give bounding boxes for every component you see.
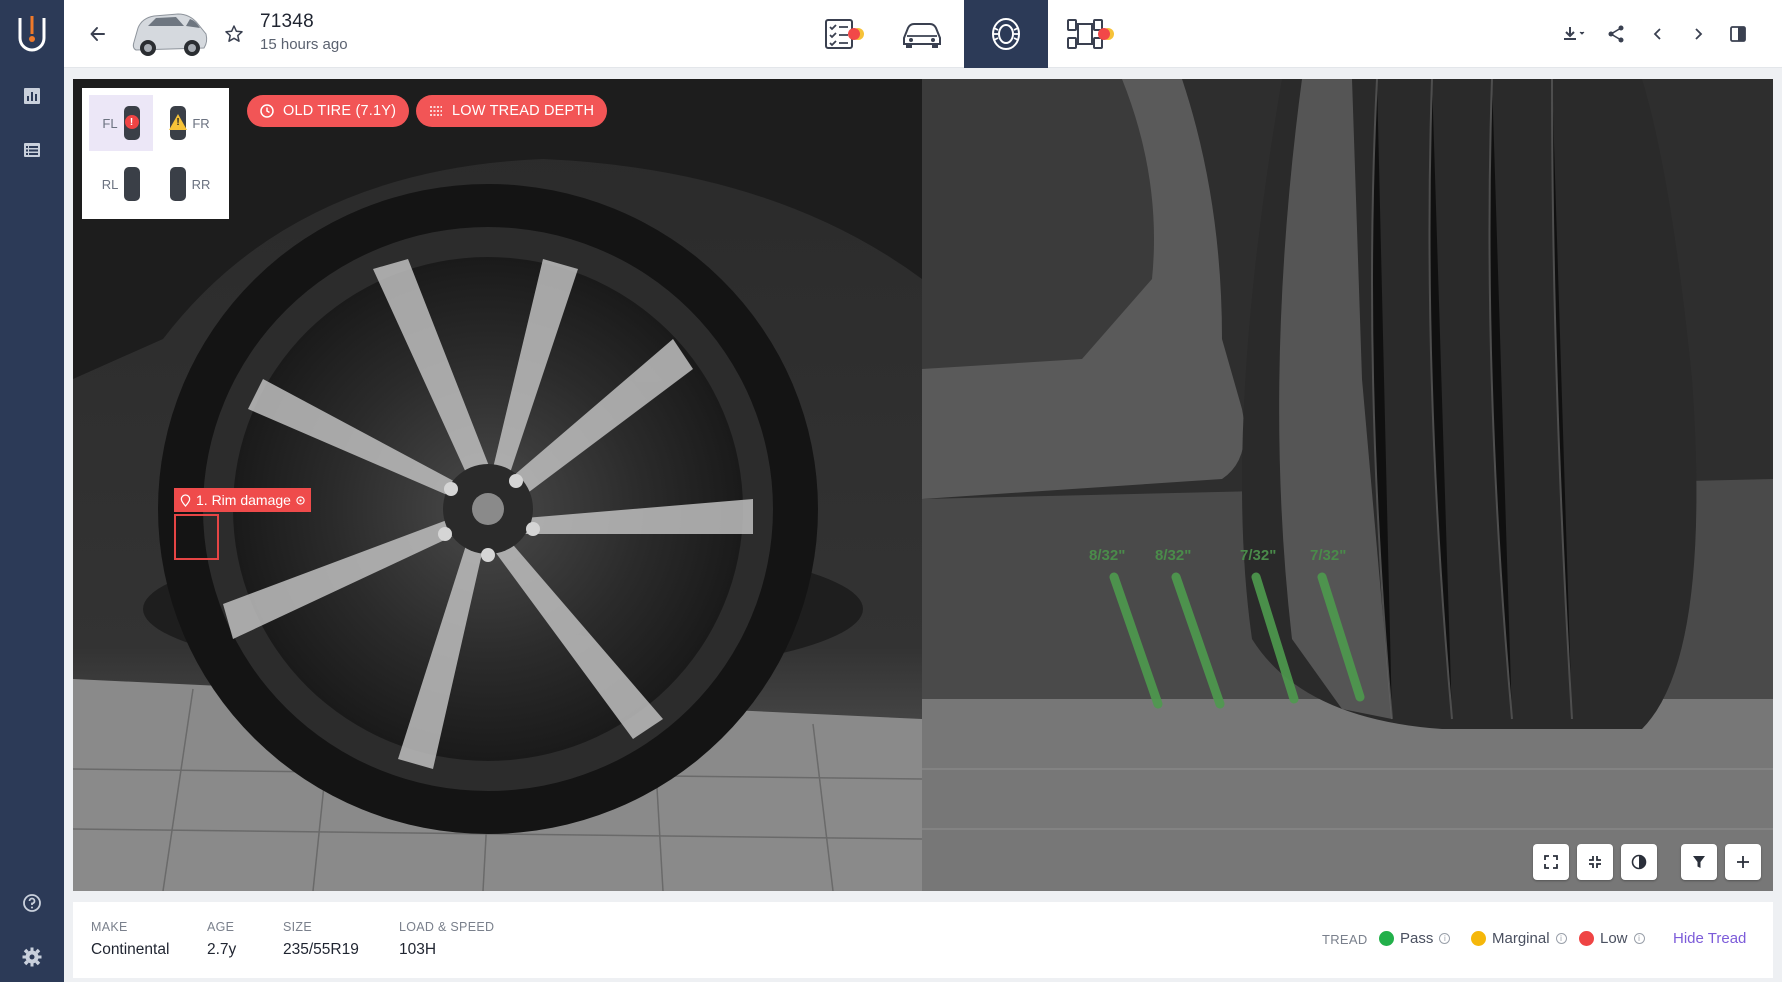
- make-value: Continental: [91, 941, 170, 958]
- load-speed-value: 103H: [399, 941, 437, 958]
- pin-icon: [180, 493, 191, 507]
- tire-icon: [992, 18, 1020, 50]
- tread-reading-1: 8/32": [1089, 547, 1126, 564]
- tire-rl-button[interactable]: RL: [89, 156, 153, 212]
- tire-fr-label: FR: [192, 115, 210, 131]
- tab-checklist[interactable]: [804, 0, 888, 68]
- clock-icon: [260, 104, 274, 118]
- vehicle-thumbnail: [128, 4, 210, 62]
- download-button[interactable]: [1554, 18, 1594, 50]
- page-subtitle: 15 hours ago: [260, 36, 348, 53]
- tire-icon: [169, 167, 186, 201]
- tab-tires[interactable]: [964, 0, 1048, 68]
- make-label: MAKE: [91, 920, 128, 934]
- size-value: 235/55R19: [283, 941, 359, 958]
- rim-damage-label: 1. Rim damage: [196, 492, 291, 508]
- info-icon[interactable]: i: [1555, 933, 1567, 944]
- tire-rr-button[interactable]: RR: [158, 156, 222, 212]
- tire-rr-label: RR: [191, 176, 211, 192]
- legend-low-label: Low: [1600, 930, 1628, 947]
- low-tread-alert[interactable]: LOW TREAD DEPTH: [416, 95, 608, 127]
- age-label: AGE: [207, 920, 235, 934]
- tire-icon: !: [169, 106, 188, 140]
- error-badge-icon: !: [124, 115, 139, 129]
- legend-low: Low i: [1579, 930, 1645, 947]
- contrast-icon[interactable]: [1621, 844, 1657, 880]
- pass-dot-icon: [1379, 931, 1394, 946]
- share-icon[interactable]: [1600, 18, 1632, 50]
- low-dot-icon: [1579, 931, 1594, 946]
- favorite-star-icon[interactable]: [220, 20, 248, 48]
- tire-position-selector: FL ! ! FR RL RR: [82, 88, 229, 219]
- spec-size: SIZE 235/55R19: [283, 920, 359, 959]
- help-icon[interactable]: [18, 889, 46, 917]
- legend-marginal: Marginal i: [1471, 930, 1567, 947]
- hide-tread-link[interactable]: Hide Tread: [1673, 930, 1746, 947]
- warning-triangle-icon: !: [169, 114, 188, 130]
- chassis-icon: [1067, 19, 1114, 49]
- tire-fl-label: FL: [102, 115, 118, 131]
- sidebar: [0, 0, 64, 982]
- app-logo[interactable]: [14, 12, 50, 52]
- reports-icon[interactable]: [18, 82, 46, 110]
- spec-load-speed: LOAD & SPEED 103H: [399, 920, 494, 959]
- tread-lines-icon: [430, 106, 442, 116]
- marginal-dot-icon: [1471, 931, 1486, 946]
- legend-marginal-label: Marginal: [1492, 930, 1550, 947]
- download-icon: [1564, 27, 1585, 40]
- app-root: 71348 15 hours ago FL ! ! FR RL RR OLD T…: [0, 0, 1782, 982]
- tread-legend-title: TREAD: [1322, 932, 1368, 947]
- spec-make: MAKE Continental: [91, 920, 169, 959]
- load-speed-label: LOAD & SPEED: [399, 920, 495, 934]
- tread-reading-4: 7/32": [1310, 547, 1347, 564]
- legend-pass: Pass i: [1379, 930, 1451, 947]
- tire-details-footer: MAKE Continental AGE 2.7y SIZE 235/55R19…: [73, 902, 1773, 978]
- checklist-icon: [825, 19, 864, 49]
- back-arrow-icon[interactable]: [82, 18, 114, 50]
- settings-gear-icon[interactable]: [18, 943, 46, 971]
- tread-photo[interactable]: [922, 79, 1773, 891]
- tab-undercarriage[interactable]: [1048, 0, 1132, 68]
- panel-toggle-icon[interactable]: [1722, 18, 1754, 50]
- exit-fullscreen-icon[interactable]: [1577, 844, 1613, 880]
- old-tire-alert[interactable]: OLD TIRE (7.1Y): [247, 95, 410, 127]
- spec-age: AGE 2.7y: [207, 920, 236, 959]
- info-icon[interactable]: i: [1633, 933, 1645, 944]
- add-icon[interactable]: [1725, 844, 1761, 880]
- age-value: 2.7y: [207, 941, 237, 958]
- info-icon: [296, 495, 305, 505]
- rim-damage-tag[interactable]: 1. Rim damage: [174, 488, 311, 512]
- fullscreen-icon[interactable]: [1533, 844, 1569, 880]
- low-tread-alert-label: LOW TREAD DEPTH: [452, 103, 595, 119]
- tab-vehicle[interactable]: [880, 0, 964, 68]
- filter-icon[interactable]: [1681, 844, 1717, 880]
- tire-icon: [124, 167, 141, 201]
- previous-chevron-icon[interactable]: [1642, 18, 1674, 50]
- old-tire-alert-label: OLD TIRE (7.1Y): [283, 103, 397, 119]
- tread-reading-3: 7/32": [1240, 547, 1277, 564]
- image-viewer[interactable]: FL ! ! FR RL RR OLD TIRE (7.1Y) LOW TREA…: [73, 79, 1773, 891]
- tire-icon: !: [123, 106, 140, 140]
- list-icon[interactable]: [18, 136, 46, 164]
- legend-pass-label: Pass: [1400, 930, 1434, 947]
- page-title: 71348: [260, 11, 314, 32]
- size-label: SIZE: [283, 920, 312, 934]
- tread-reading-2: 8/32": [1155, 547, 1192, 564]
- rim-damage-box[interactable]: [174, 514, 219, 560]
- next-chevron-icon[interactable]: [1682, 18, 1714, 50]
- top-header: 71348 15 hours ago: [64, 0, 1782, 68]
- tire-fr-button[interactable]: ! FR: [158, 95, 222, 151]
- tire-fl-button[interactable]: FL !: [89, 95, 153, 151]
- car-icon: [903, 23, 941, 48]
- info-icon[interactable]: i: [1439, 933, 1451, 944]
- tire-rl-label: RL: [101, 176, 119, 192]
